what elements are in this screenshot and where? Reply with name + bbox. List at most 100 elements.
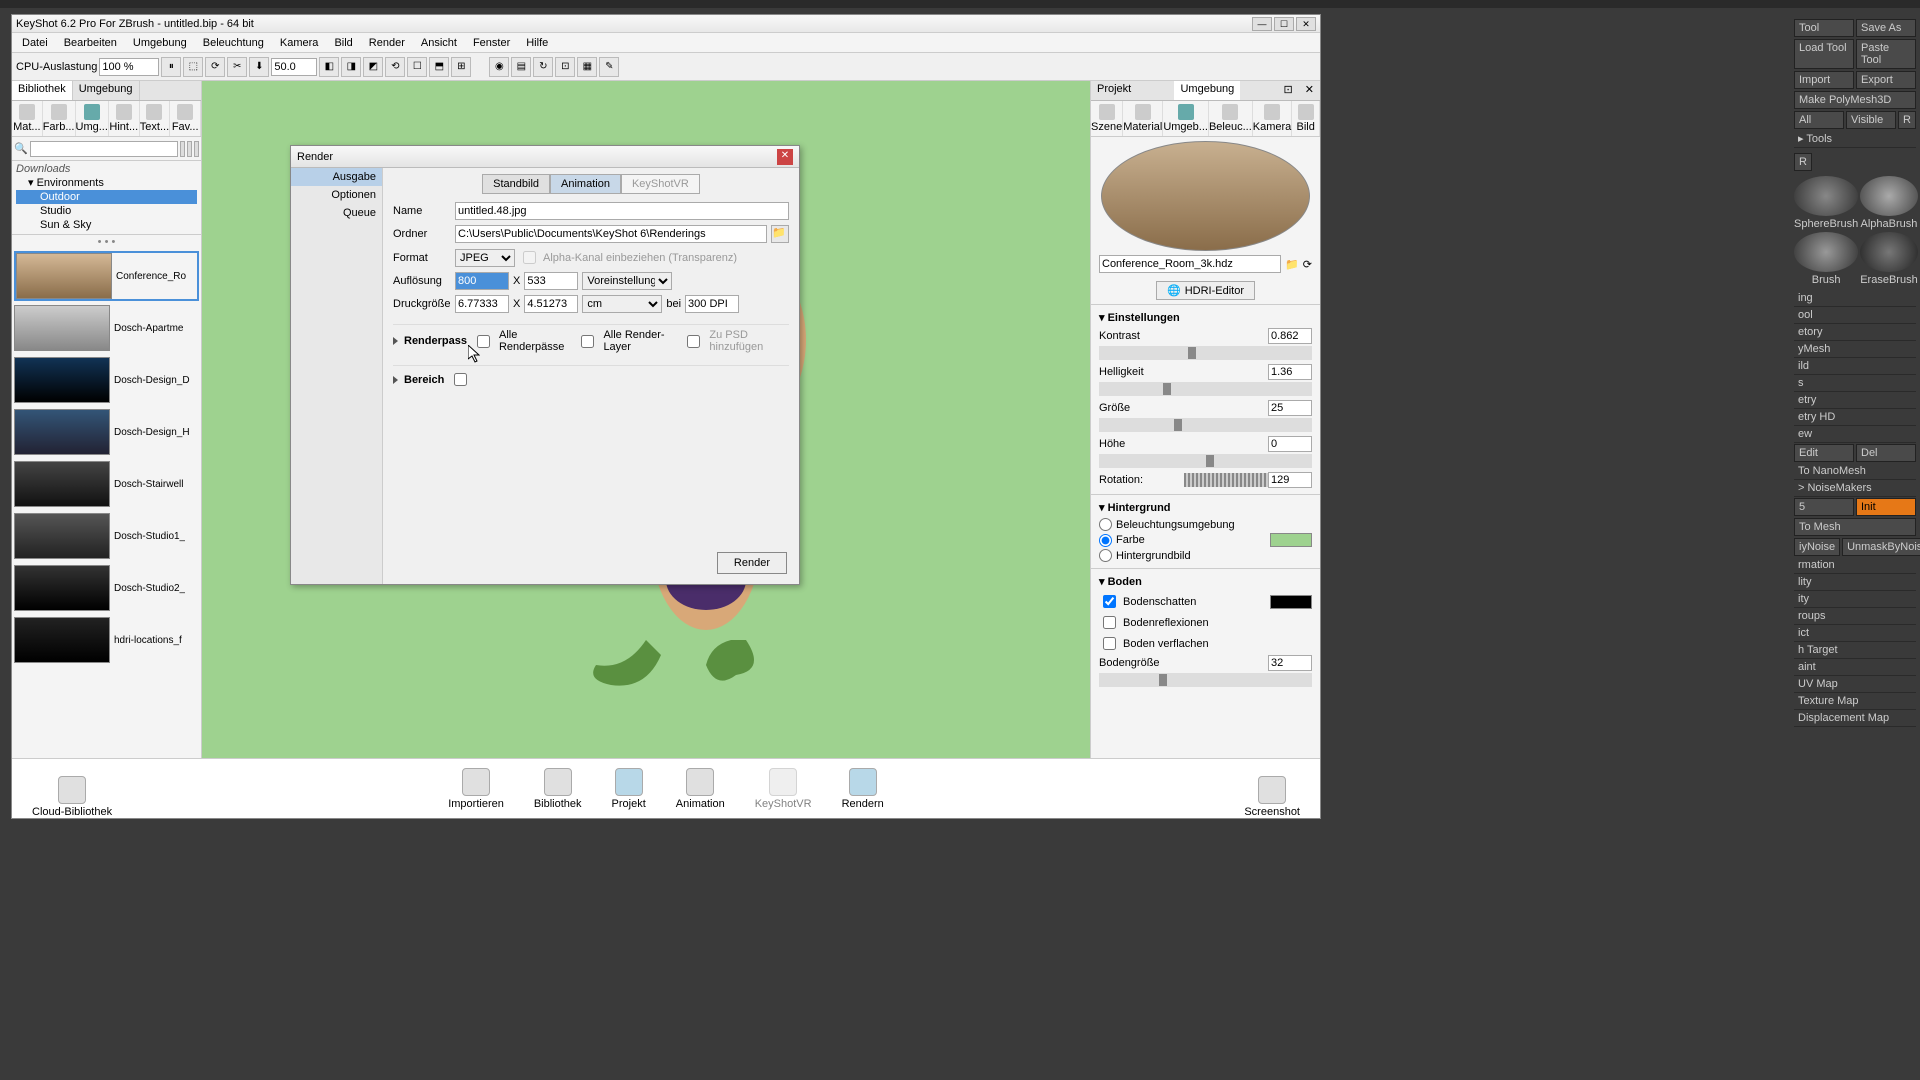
thumb-stairwell[interactable]: Dosch-Stairwell — [14, 459, 199, 509]
menu-datei[interactable]: Datei — [14, 35, 56, 51]
subtab-mat[interactable]: Mat... — [12, 101, 43, 136]
panel-close-icon[interactable]: ✕ — [1299, 81, 1320, 100]
menu-render[interactable]: Render — [361, 35, 413, 51]
refresh-lib-icon[interactable] — [194, 141, 199, 157]
bb-animation[interactable]: Animation — [676, 768, 725, 810]
bodengroesse-slider[interactable] — [1099, 673, 1312, 687]
zb-r[interactable]: R — [1898, 111, 1916, 129]
minimize-button[interactable]: — — [1252, 17, 1272, 31]
tb-icon-11[interactable]: ⊡ — [555, 57, 575, 77]
zb-tonanomesh[interactable]: To NanoMesh — [1794, 463, 1916, 480]
zb-edit[interactable]: Edit — [1794, 444, 1854, 462]
rtab-beleuc[interactable]: Beleuc... — [1209, 101, 1253, 136]
zb-saveas[interactable]: Save As — [1856, 19, 1916, 37]
tb-icon-1[interactable]: ◧ — [319, 57, 339, 77]
browse-folder-icon[interactable]: 📁 — [771, 225, 789, 243]
helligkeit-input[interactable] — [1268, 364, 1312, 380]
tab-umgebung-right[interactable]: Umgebung — [1174, 81, 1240, 100]
tab-animation-dlg[interactable]: Animation — [550, 174, 621, 194]
zb-item-6[interactable]: etry — [1794, 392, 1916, 409]
tb-icon-12[interactable]: ▦ — [577, 57, 597, 77]
zb-l2-5[interactable]: h Target — [1794, 642, 1916, 659]
thumb-hdri-loc[interactable]: hdri-locations_f — [14, 615, 199, 665]
zb-noisemakers[interactable]: > NoiseMakers — [1794, 480, 1916, 497]
bodenschatten-check[interactable] — [1103, 595, 1116, 608]
tree-downloads[interactable]: Downloads — [16, 163, 197, 175]
zb-l2-6[interactable]: aint — [1794, 659, 1916, 676]
druck-w-input[interactable] — [455, 295, 509, 313]
tb-icon-3[interactable]: ◩ — [363, 57, 383, 77]
bb-rendern[interactable]: Rendern — [842, 768, 884, 810]
maximize-button[interactable]: ☐ — [1274, 17, 1294, 31]
zb-l2-0[interactable]: rmation — [1794, 557, 1916, 574]
tb-icon-5[interactable]: ☐ — [407, 57, 427, 77]
subtab-text[interactable]: Text... — [140, 101, 171, 136]
bg-radio-color[interactable] — [1099, 534, 1112, 547]
library-search[interactable] — [30, 141, 178, 157]
library-tree[interactable]: Downloads ▾ Environments Outdoor Studio … — [12, 161, 201, 235]
rtab-bild[interactable]: Bild — [1292, 101, 1320, 136]
menu-umgebung[interactable]: Umgebung — [125, 35, 195, 51]
bb-importieren[interactable]: Importieren — [448, 768, 504, 810]
cpu-value[interactable] — [99, 58, 159, 76]
bodenverflachen-check[interactable] — [1103, 637, 1116, 650]
name-input[interactable] — [455, 202, 789, 220]
tb-icon-2[interactable]: ◨ — [341, 57, 361, 77]
thumb-conference[interactable]: Conference_Ro — [14, 251, 199, 301]
rotation-input[interactable] — [1268, 472, 1312, 488]
tb-icon-4[interactable]: ⟲ — [385, 57, 405, 77]
zb-item-5[interactable]: s — [1794, 375, 1916, 392]
sec-einstellungen[interactable]: ▾ Einstellungen — [1099, 311, 1312, 324]
thumb-apartment[interactable]: Dosch-Apartme — [14, 303, 199, 353]
bb-keyshotvr[interactable]: KeyShotVR — [755, 768, 812, 810]
zb-loadtool[interactable]: Load Tool — [1794, 39, 1854, 69]
zb-tomesh[interactable]: To Mesh — [1794, 518, 1916, 536]
helligkeit-slider[interactable] — [1099, 382, 1312, 396]
hdri-editor-button[interactable]: 🌐 HDRI-Editor — [1156, 281, 1255, 300]
zb-item-0[interactable]: ing — [1794, 290, 1916, 307]
zb-item-7[interactable]: etry HD — [1794, 409, 1916, 426]
bb-projekt[interactable]: Projekt — [612, 768, 646, 810]
subtab-farb[interactable]: Farb... — [43, 101, 76, 136]
zb-tool[interactable]: Tool — [1794, 19, 1854, 37]
menu-bearbeiten[interactable]: Bearbeiten — [56, 35, 125, 51]
groesse-slider[interactable] — [1099, 418, 1312, 432]
thumb-design-h[interactable]: Dosch-Design_H — [14, 407, 199, 457]
cloud-library[interactable]: Cloud-Bibliothek — [32, 776, 112, 818]
tb-icon-8[interactable]: ◉ — [489, 57, 509, 77]
thumb-studio2[interactable]: Dosch-Studio2_ — [14, 563, 199, 613]
expand-handle[interactable]: • • • — [12, 235, 201, 249]
rtab-material[interactable]: Material — [1123, 101, 1163, 136]
bg-color-swatch[interactable] — [1270, 533, 1312, 547]
tab-bibliothek[interactable]: Bibliothek — [12, 81, 73, 100]
tb-icon-6[interactable]: ⬒ — [429, 57, 449, 77]
kontrast-input[interactable] — [1268, 328, 1312, 344]
menu-fenster[interactable]: Fenster — [465, 35, 518, 51]
env-preview[interactable] — [1101, 141, 1310, 251]
zoom-value[interactable] — [271, 58, 317, 76]
druck-dpi-input[interactable] — [685, 295, 739, 313]
zb-iynoise[interactable]: iyNoise — [1794, 538, 1840, 556]
aufloesung-h-input[interactable] — [524, 272, 578, 290]
aufloesung-w-input[interactable] — [455, 272, 509, 290]
menubar[interactable]: Datei Bearbeiten Umgebung Beleuchtung Ka… — [12, 33, 1320, 53]
zb-del[interactable]: Del — [1856, 444, 1916, 462]
panel-pin-icon[interactable]: ⊡ — [1278, 81, 1299, 100]
filter-icon[interactable] — [180, 141, 185, 157]
tree-environments[interactable]: ▾ Environments — [16, 175, 197, 190]
druck-unit-select[interactable]: cm — [582, 295, 662, 313]
subtab-umg[interactable]: Umg... — [76, 101, 109, 136]
bg-radio-image[interactable] — [1099, 549, 1112, 562]
menu-beleuchtung[interactable]: Beleuchtung — [195, 35, 272, 51]
close-button[interactable]: ✕ — [1296, 17, 1316, 31]
zb-init[interactable]: Init — [1856, 498, 1916, 516]
alphabrush-icon[interactable] — [1860, 176, 1917, 216]
zb-polymesh3d[interactable]: Make PolyMesh3D — [1794, 91, 1916, 109]
dialog-close-button[interactable]: ✕ — [777, 149, 793, 165]
zb-l2-2[interactable]: ity — [1794, 591, 1916, 608]
rtab-szene[interactable]: Szene — [1091, 101, 1123, 136]
menu-kamera[interactable]: Kamera — [272, 35, 327, 51]
aufloesung-preset-select[interactable]: Voreinstellungen — [582, 272, 672, 290]
env-name-input[interactable] — [1099, 255, 1281, 273]
subtab-hint[interactable]: Hint... — [109, 101, 140, 136]
